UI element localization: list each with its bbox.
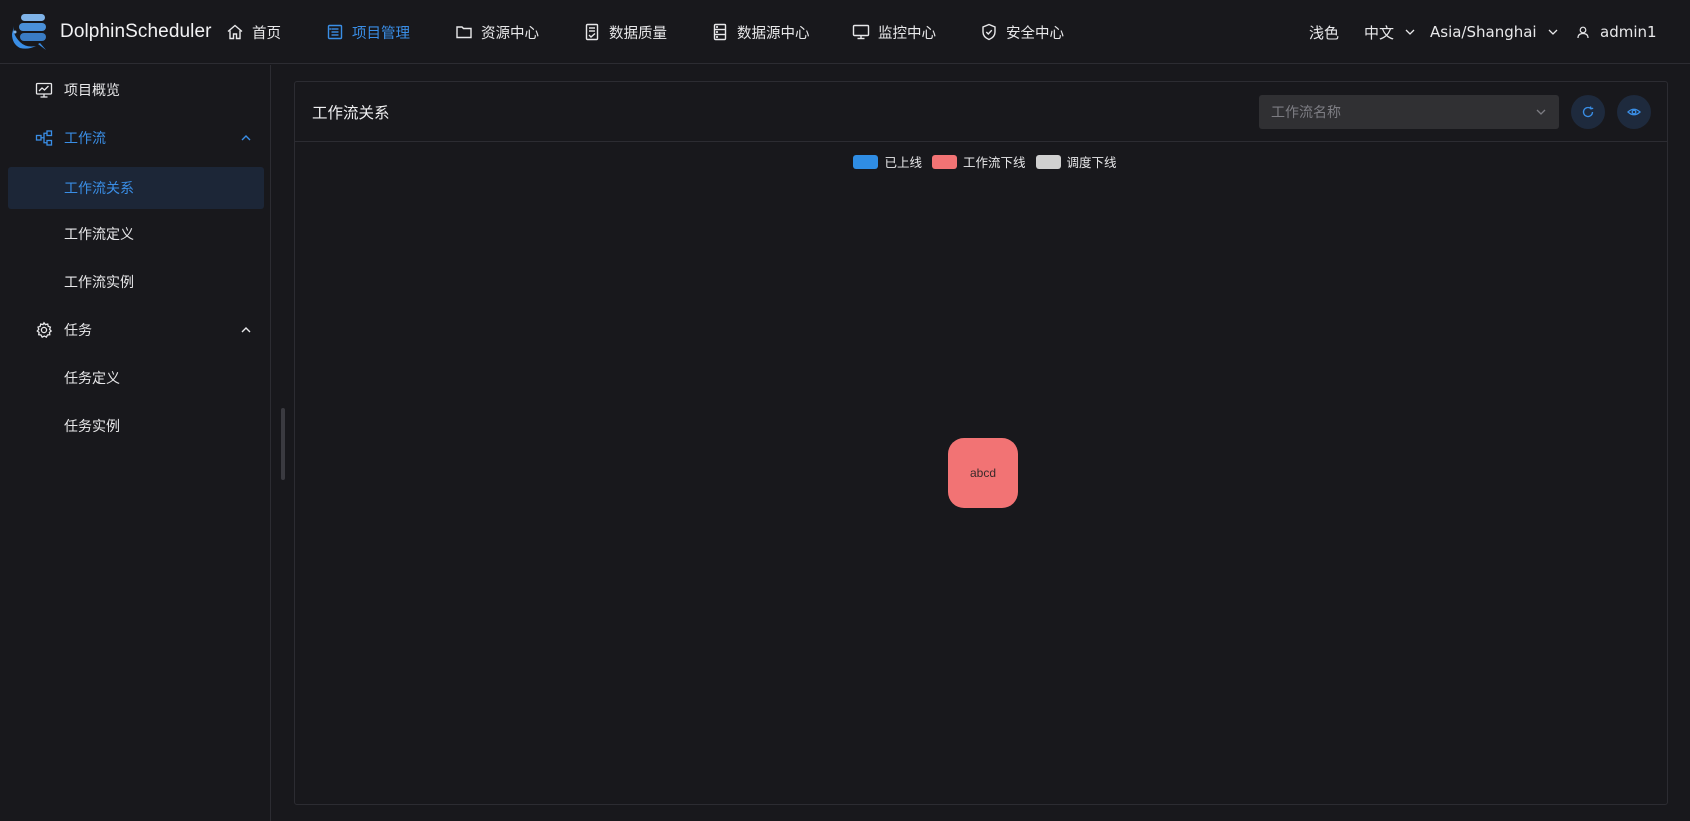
- sidebar-group-task[interactable]: 任务: [8, 309, 264, 351]
- legend-swatch: [853, 154, 879, 169]
- home-icon: [227, 24, 243, 40]
- nav-label: 数据源中心: [737, 25, 810, 42]
- workflow-name-select[interactable]: 工作流名称: [1259, 95, 1559, 129]
- chevron-down-icon: [1548, 29, 1558, 35]
- eye-icon: [1627, 108, 1641, 116]
- user-menu[interactable]: admin1: [1576, 20, 1657, 44]
- username-label: admin1: [1600, 23, 1657, 41]
- workflow-icon: [35, 130, 53, 146]
- sidebar-item-label: 工作流定义: [64, 227, 134, 243]
- chevron-down-icon: [1405, 29, 1415, 35]
- nav-home[interactable]: 首页: [226, 20, 281, 44]
- top-header: DolphinScheduler 首页 项目管理 资源中心 数据质量 数据源中心…: [0, 0, 1690, 64]
- user-icon: [1577, 26, 1589, 39]
- nav-label: 数据质量: [609, 25, 667, 42]
- legend-item-schedule-offline[interactable]: 调度下线: [1035, 152, 1117, 171]
- chevron-up-icon: [241, 327, 251, 333]
- sidebar-item-workflow-definition[interactable]: 工作流定义: [8, 213, 264, 255]
- chevron-down-icon: [1536, 109, 1546, 115]
- timezone-select[interactable]: Asia/Shanghai: [1430, 20, 1559, 44]
- refresh-button[interactable]: [1571, 95, 1605, 129]
- theme-toggle[interactable]: 浅色: [1309, 20, 1339, 44]
- page-title: 工作流关系: [312, 104, 390, 122]
- nav-resource-center[interactable]: 资源中心: [455, 20, 539, 44]
- sidebar-item-project-overview[interactable]: 项目概览: [8, 69, 264, 111]
- nav-label: 首页: [252, 25, 281, 42]
- nav-label: 资源中心: [481, 25, 539, 42]
- language-label: 中文: [1364, 23, 1395, 42]
- refresh-icon: [1582, 106, 1594, 118]
- sidebar-group-label: 工作流: [64, 131, 106, 147]
- relation-graph[interactable]: abcd: [295, 143, 1667, 804]
- nav-label: 项目管理: [352, 25, 410, 42]
- select-placeholder: 工作流名称: [1271, 105, 1341, 121]
- data-quality-icon: [585, 23, 599, 41]
- project-icon: [327, 24, 343, 40]
- workflow-relation-card: 工作流关系 工作流名称 abcd 已上线 工作流下线 调度下线: [294, 81, 1668, 805]
- nav-data-quality[interactable]: 数据质量: [583, 20, 667, 44]
- sidebar-item-workflow-relation[interactable]: 工作流关系: [8, 167, 264, 209]
- nav-monitor-center[interactable]: 监控中心: [852, 20, 936, 44]
- chart-icon: [35, 82, 53, 98]
- graph-node[interactable]: abcd: [948, 438, 1018, 508]
- sidebar-item-task-definition[interactable]: 任务定义: [8, 357, 264, 399]
- timezone-label: Asia/Shanghai: [1430, 23, 1537, 41]
- nav-label: 监控中心: [878, 25, 936, 42]
- card-header: 工作流关系 工作流名称: [295, 82, 1667, 142]
- monitor-icon: [852, 24, 870, 40]
- legend-label: 调度下线: [1066, 155, 1117, 170]
- graph-canvas[interactable]: abcd: [295, 143, 1667, 804]
- view-toggle-button[interactable]: [1617, 95, 1651, 129]
- nav-project-management[interactable]: 项目管理: [326, 20, 410, 44]
- gear-icon: [36, 321, 53, 338]
- legend-swatch: [1035, 154, 1061, 169]
- sidebar-item-label: 工作流实例: [64, 275, 134, 291]
- sidebar-group-label: 任务: [64, 323, 92, 339]
- sidebar-item-label: 项目概览: [64, 83, 120, 99]
- sidebar-item-label: 工作流关系: [64, 181, 134, 197]
- sidebar-item-label: 任务定义: [64, 371, 120, 387]
- nav-security-center[interactable]: 安全中心: [980, 20, 1064, 44]
- sidebar-resize-handle[interactable]: [281, 408, 285, 480]
- legend-swatch: [931, 154, 957, 169]
- legend-item-online[interactable]: 已上线: [853, 152, 922, 171]
- sidebar-item-label: 任务实例: [64, 419, 120, 435]
- legend-item-workflow-offline[interactable]: 工作流下线: [931, 152, 1026, 171]
- nav-datasource-center[interactable]: 数据源中心: [711, 20, 810, 44]
- legend-label: 已上线: [884, 155, 922, 170]
- sidebar: 项目概览 工作流 工作流关系 工作流定义 工作流实例 任务 任务定义 任务实例: [0, 65, 271, 821]
- sidebar-item-workflow-instance[interactable]: 工作流实例: [8, 261, 264, 303]
- theme-label: 浅色: [1309, 23, 1340, 42]
- chevron-up-icon: [241, 135, 251, 141]
- graph-legend: 已上线 工作流下线 调度下线: [295, 152, 1667, 171]
- datasource-icon: [713, 23, 727, 41]
- sidebar-item-task-instance[interactable]: 任务实例: [8, 405, 264, 447]
- shield-icon: [982, 23, 996, 41]
- legend-label: 工作流下线: [962, 155, 1026, 170]
- nav-label: 安全中心: [1006, 25, 1064, 42]
- graph-node-label: abcd: [970, 466, 996, 480]
- language-select[interactable]: 中文: [1364, 20, 1416, 44]
- sidebar-group-workflow[interactable]: 工作流: [8, 117, 264, 159]
- folder-icon: [456, 26, 472, 39]
